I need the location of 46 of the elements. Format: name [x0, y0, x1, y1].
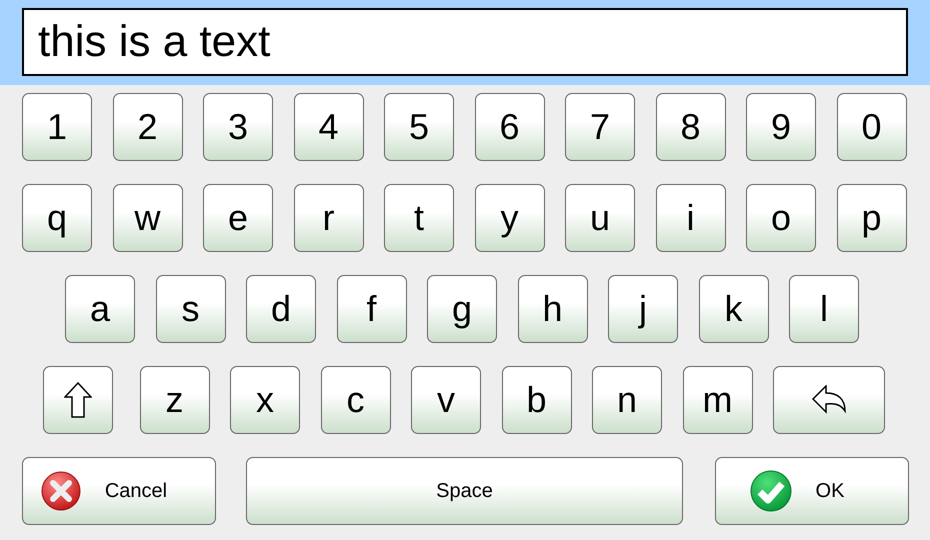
key[interactable]: 4 [294, 93, 364, 161]
key[interactable]: f [336, 275, 406, 343]
key[interactable]: e [203, 184, 273, 252]
ok-button[interactable]: OK [715, 457, 909, 525]
key[interactable]: p [836, 184, 906, 252]
checkmark-icon [750, 470, 792, 512]
text-input-field[interactable]: this is a text [22, 8, 908, 76]
key[interactable]: m [682, 366, 752, 434]
shift-key[interactable] [43, 366, 113, 434]
key[interactable]: h [518, 275, 588, 343]
key[interactable]: k [698, 275, 768, 343]
key[interactable]: z [140, 366, 210, 434]
back-arrow-icon [812, 385, 846, 415]
key[interactable]: a [65, 275, 135, 343]
key[interactable]: l [789, 275, 859, 343]
space-key[interactable]: Space [246, 457, 683, 525]
cancel-button[interactable]: Cancel [22, 457, 216, 525]
key[interactable]: j [608, 275, 678, 343]
shift-arrow-icon [64, 382, 92, 418]
key[interactable]: 6 [474, 93, 544, 161]
key[interactable]: u [565, 184, 635, 252]
backspace-key[interactable] [773, 366, 885, 434]
key[interactable]: 8 [656, 93, 726, 161]
close-icon [40, 471, 81, 511]
key[interactable]: o [746, 184, 816, 252]
key[interactable]: x [230, 366, 300, 434]
key[interactable]: y [474, 184, 544, 252]
key[interactable]: 9 [746, 93, 816, 161]
key[interactable]: n [592, 366, 662, 434]
key[interactable]: d [246, 275, 316, 343]
key[interactable]: w [112, 184, 182, 252]
key[interactable]: t [384, 184, 454, 252]
key[interactable]: c [320, 366, 390, 434]
key[interactable]: g [427, 275, 497, 343]
key[interactable]: 7 [565, 93, 635, 161]
key[interactable]: s [156, 275, 226, 343]
key[interactable]: v [411, 366, 481, 434]
key[interactable]: q [22, 184, 92, 252]
key[interactable]: 1 [22, 93, 92, 161]
key[interactable]: 3 [203, 93, 273, 161]
key[interactable]: 5 [384, 93, 454, 161]
key[interactable]: 0 [836, 93, 906, 161]
key[interactable]: 2 [112, 93, 182, 161]
key[interactable]: i [656, 184, 726, 252]
key[interactable]: r [294, 184, 364, 252]
key[interactable]: b [502, 366, 572, 434]
